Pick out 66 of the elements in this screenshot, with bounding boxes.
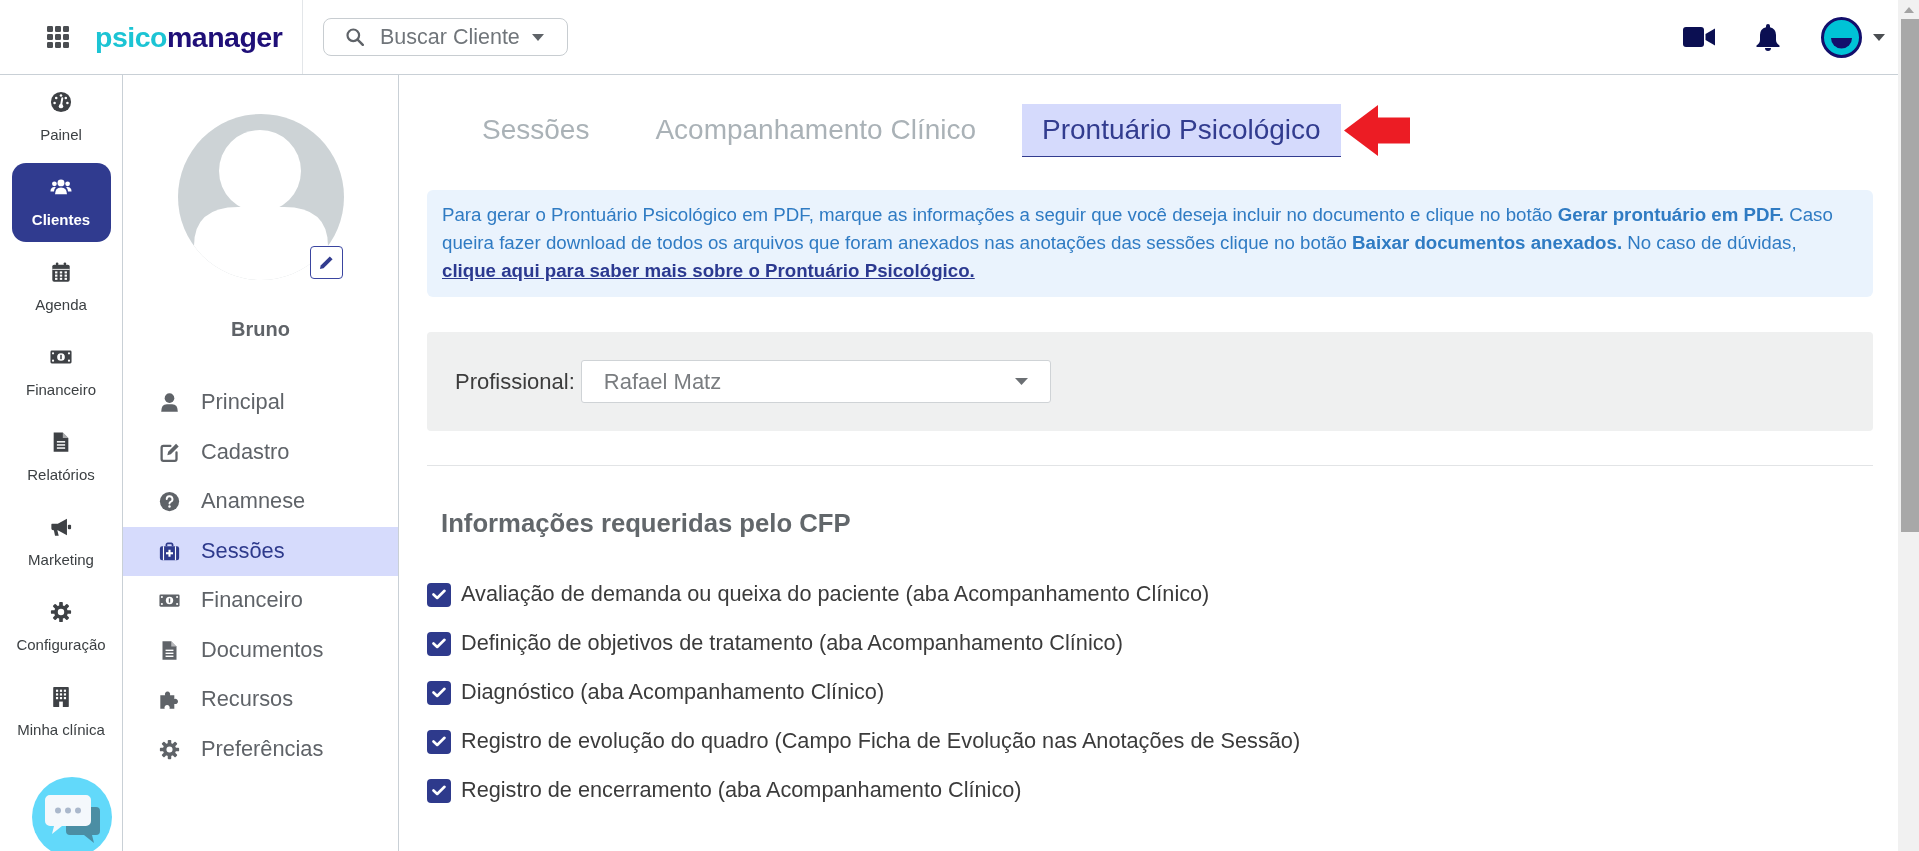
checkbox[interactable] [427,582,451,607]
check-icon [432,687,446,698]
nav-item[interactable]: Clientes [11,163,111,242]
option-label[interactable]: Diagnóstico (aba Acompanhamento Clínico) [461,676,885,709]
menu-item[interactable]: Financeiro [123,576,398,626]
menu-item[interactable]: Documentos [123,625,398,675]
check-icon [432,589,446,600]
question-icon [159,491,180,513]
caret-down-icon [532,33,544,41]
filter-label: Profissional: [455,368,575,396]
scrollbar[interactable] [1898,0,1919,851]
gauge-icon [50,91,72,113]
logo[interactable]: psicomanager [95,22,283,52]
tab[interactable]: Prontuário Psicológico [1022,104,1341,157]
nav-item[interactable]: Marketing [11,503,111,582]
nav-item[interactable]: Relatórios [11,418,111,497]
nav-item[interactable]: Minha clínica [11,673,111,752]
nav-item[interactable]: Agenda [11,248,111,327]
calendar-icon [50,261,72,283]
menu-item[interactable]: Principal [123,378,398,428]
check-icon [432,736,446,747]
pencil-icon [318,255,334,270]
scrollbar-thumb[interactable] [1901,19,1919,532]
menu-item[interactable]: Cadastro [123,427,398,477]
edit-icon [159,441,180,463]
building-icon [50,686,72,708]
nav-item[interactable]: Painel [11,78,111,157]
settings-icon [159,738,180,760]
menu-item[interactable]: Sessões [123,526,398,576]
user-icon [159,392,180,414]
checkbox[interactable] [427,778,451,803]
nav-item[interactable]: Configuração [11,588,111,667]
help-link[interactable]: clique aqui para saber mais sobre o Prontuário Psicológico. [442,260,975,281]
option-label[interactable]: Avaliação de demanda ou queixa do paciente (aba Acompanhamento Clínico) [461,578,1210,611]
caret-down-icon [1014,378,1028,385]
bell-icon[interactable] [1756,23,1780,51]
option-label[interactable]: Registro de evolução do quadro (Campo Ficha de Evolução nas Anotações de Sessão) [461,725,1301,758]
section-heading: Informações requeridas pelo CFP [440,508,852,538]
medkit-icon [159,540,180,562]
nav-item[interactable]: Financeiro [11,333,111,412]
checkbox[interactable] [427,729,451,754]
apps-grid-icon[interactable] [47,26,69,48]
megaphone-icon [50,516,72,538]
caret-down-icon[interactable] [1873,33,1885,41]
chat-bubbles-icon[interactable] [32,777,112,851]
client-name: Bruno [230,318,291,340]
menu-item[interactable]: Preferências [123,724,398,774]
check-icon [432,785,446,796]
puzzle-icon [159,689,180,711]
search-input[interactable]: Buscar Cliente [380,20,526,54]
menu-item[interactable]: Recursos [123,675,398,725]
user-avatar-icon[interactable] [1821,16,1862,58]
checkbox[interactable] [427,631,451,656]
edit-photo-button[interactable] [309,246,343,279]
settings-icon [50,601,72,623]
menu-item[interactable]: Anamnese [123,477,398,527]
option-label[interactable]: Registro de encerramento (aba Acompanhamento Clínico) [461,774,1022,807]
info-text: Para gerar o Prontuário Psicológico em PDF, marque as informações a seguir que você deseja incluir no documento e clique no botão Gerar prontuário em PDF. Caso queira fazer download de todos os arquivos que foram anexados nas anotações das sessões clique no botão Baixar documentos anexados. No caso de dúvidas, clique aqui para saber mais sobre o Prontuário Psicológico. [442,203,1834,283]
search-icon [346,28,364,46]
search-box[interactable]: Buscar Cliente [323,18,568,56]
professional-select[interactable]: Rafael Matz [580,360,1051,403]
left-arrow-icon [1343,105,1410,156]
check-icon [432,638,446,649]
video-camera-icon[interactable] [1683,27,1715,47]
checkbox[interactable] [427,680,451,705]
option-label[interactable]: Definição de objetivos de tratamento (aba Acompanhamento Clínico) [461,627,1123,660]
